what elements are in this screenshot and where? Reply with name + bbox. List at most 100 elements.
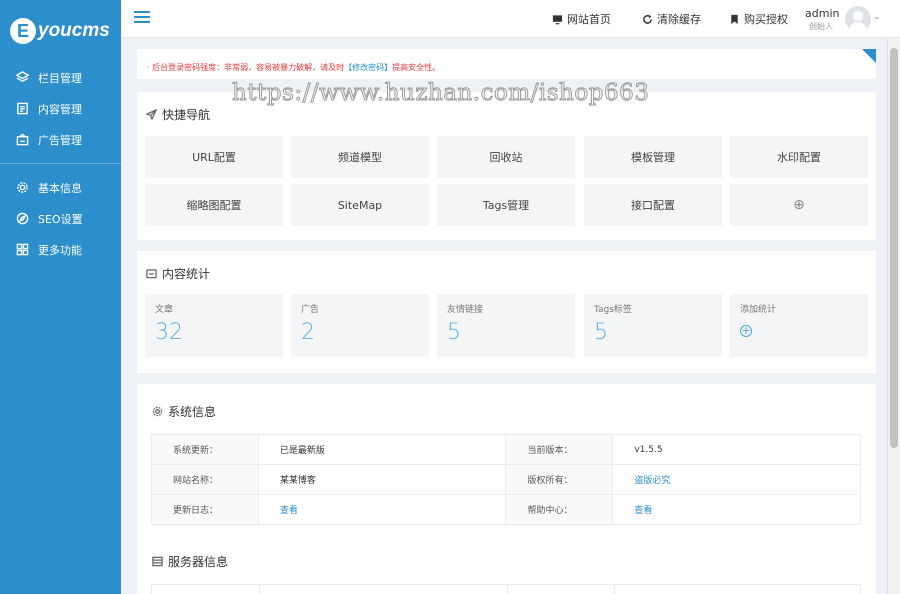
menu-toggle-icon[interactable] <box>134 11 150 25</box>
table-value-link-cell: 查看 <box>612 494 861 525</box>
help-center-link[interactable]: 查看 <box>634 506 652 516</box>
quick-watermark-config[interactable]: 水印配置 <box>730 136 868 178</box>
stat-links[interactable]: 友情链接 5 <box>437 294 575 357</box>
inbox-icon <box>146 269 157 279</box>
copyright-link[interactable]: 盗版必究 <box>634 476 670 486</box>
warning-text-end: 提高安全性。 <box>392 63 441 72</box>
sidebar-item-columns[interactable]: 栏目管理 <box>0 62 121 93</box>
stat-label: 文章 <box>155 305 174 315</box>
table-value: v1.5.5 <box>612 434 861 465</box>
table-value-link-cell: 盗版必究 <box>612 464 861 495</box>
sidebar-item-more[interactable]: 更多功能 <box>0 234 121 265</box>
quick-recycle-bin[interactable]: 回收站 <box>437 136 575 178</box>
avatar[interactable] <box>845 6 871 32</box>
clear-cache-link[interactable]: 清除缓存 <box>642 11 701 27</box>
layers-icon <box>15 71 29 85</box>
table-key: 帮助中心： <box>505 494 614 525</box>
quick-url-config[interactable]: URL配置 <box>145 136 283 178</box>
send-icon <box>146 109 157 120</box>
table-key: 系统更新： <box>151 434 259 465</box>
table-key: 更新日志： <box>151 494 259 525</box>
sidebar-item-seo[interactable]: SEO设置 <box>0 203 121 234</box>
content-stats-panel: 内容统计 文章 32 广告 2 友情链接 5 Tags标签 5 添加统计 + <box>137 251 876 373</box>
sidebar-item-label: SEO设置 <box>38 212 83 226</box>
quick-api-config[interactable]: 接口配置 <box>584 184 722 226</box>
changelog-link[interactable]: 查看 <box>280 506 298 516</box>
add-stat-button[interactable]: 添加统计 + <box>730 294 868 357</box>
document-icon <box>15 102 29 116</box>
chevron-down-icon[interactable]: ⌄ <box>873 12 881 22</box>
gear-icon <box>15 181 29 195</box>
server-info-title-text: 服务器信息 <box>168 555 229 569</box>
buy-license-label: 购买授权 <box>744 13 788 26</box>
table-row: 网站名称： 某某博客 版权所有： 盗版必究 <box>151 464 861 495</box>
stat-ads[interactable]: 广告 2 <box>291 294 429 357</box>
sidebar-item-label: 基本信息 <box>38 181 82 195</box>
sidebar: E youcms 栏目管理 内容管理 广告管理 基本信息 SEO设置 更多功能 <box>0 0 121 594</box>
sidebar-divider <box>0 163 121 164</box>
table-row: 更新日志： 查看 帮助中心： 查看 <box>151 494 861 525</box>
table-key: 版权所有： <box>505 464 614 495</box>
warning-text: · 后台登录密码强度：非常弱，容易被暴力破解，请及时 <box>147 63 345 72</box>
sidebar-item-content[interactable]: 内容管理 <box>0 93 121 124</box>
sidebar-item-label: 更多功能 <box>38 243 82 257</box>
logo[interactable]: E youcms <box>0 0 121 62</box>
page-scrollbar[interactable] <box>887 38 900 594</box>
monitor-icon <box>552 14 563 24</box>
user-role: 创始人 <box>809 22 833 31</box>
add-quick-nav-icon[interactable]: ⊕ <box>730 184 868 226</box>
quick-thumbnail-config[interactable]: 缩略图配置 <box>145 184 283 226</box>
content-stats-title: 内容统计 <box>146 265 210 282</box>
system-info-title: 系统信息 <box>152 403 216 420</box>
bookmark-icon <box>731 14 738 24</box>
stat-articles[interactable]: 文章 32 <box>145 294 283 357</box>
table-value-link-cell: 查看 <box>257 494 507 525</box>
table-key: 网站名称： <box>151 464 259 495</box>
stat-tags[interactable]: Tags标签 5 <box>584 294 722 357</box>
stat-value: 5 <box>594 320 608 345</box>
table-value: 某某博客 <box>257 464 507 495</box>
sidebar-item-label: 广告管理 <box>38 133 82 147</box>
change-password-link[interactable]: 【修改密码】 <box>344 63 392 72</box>
ad-icon <box>15 133 29 147</box>
sidebar-item-label: 栏目管理 <box>38 71 82 85</box>
server-info-table <box>151 584 861 594</box>
stat-label: 友情链接 <box>447 305 484 315</box>
table-row: 系统更新： 已是最新版 当前版本： v1.5.5 <box>151 434 861 465</box>
quick-channel-model[interactable]: 频道模型 <box>291 136 429 178</box>
refresh-icon <box>643 14 652 24</box>
sidebar-item-ads[interactable]: 广告管理 <box>0 124 121 155</box>
logo-mark: E <box>10 18 36 44</box>
password-warning: · 后台登录密码强度：非常弱，容易被暴力破解，请及时【修改密码】提高安全性。 <box>137 49 876 79</box>
clear-cache-label: 清除缓存 <box>657 13 701 26</box>
scrollbar-thumb[interactable] <box>890 48 898 448</box>
sidebar-item-basic-info[interactable]: 基本信息 <box>0 172 121 203</box>
topbar: 网站首页 清除缓存 购买授权 admin 创始人 ⌄ <box>121 0 900 38</box>
plus-circle-icon: + <box>740 324 752 337</box>
site-home-link[interactable]: 网站首页 <box>552 11 611 27</box>
server-icon <box>152 556 163 567</box>
stat-label: 广告 <box>301 305 320 315</box>
compass-icon <box>15 212 29 226</box>
quick-nav-title-text: 快捷导航 <box>162 108 211 122</box>
stat-value: 5 <box>447 320 461 345</box>
user-name[interactable]: admin <box>805 7 839 20</box>
gear-icon <box>152 406 163 417</box>
sidebar-item-label: 内容管理 <box>38 102 82 116</box>
stat-value: 32 <box>155 320 183 345</box>
stat-value: 2 <box>301 320 315 345</box>
system-info-title-text: 系统信息 <box>168 405 217 419</box>
logo-text: youcms <box>38 20 110 41</box>
site-home-label: 网站首页 <box>567 13 611 26</box>
quick-nav-panel: 快捷导航 URL配置 频道模型 回收站 模板管理 水印配置 缩略图配置 Site… <box>137 92 876 240</box>
quick-template-manage[interactable]: 模板管理 <box>584 136 722 178</box>
grid-icon <box>15 243 29 257</box>
quick-tags-manage[interactable]: Tags管理 <box>437 184 575 226</box>
system-info-table: 系统更新： 已是最新版 当前版本： v1.5.5 网站名称： 某某博客 版权所有… <box>151 434 861 525</box>
corner-badge <box>862 49 876 63</box>
quick-nav-title: 快捷导航 <box>146 106 210 123</box>
table-value: 已是最新版 <box>257 434 507 465</box>
buy-license-link[interactable]: 购买授权 <box>729 11 788 27</box>
server-info-title: 服务器信息 <box>152 553 228 570</box>
quick-sitemap[interactable]: SiteMap <box>291 184 429 226</box>
